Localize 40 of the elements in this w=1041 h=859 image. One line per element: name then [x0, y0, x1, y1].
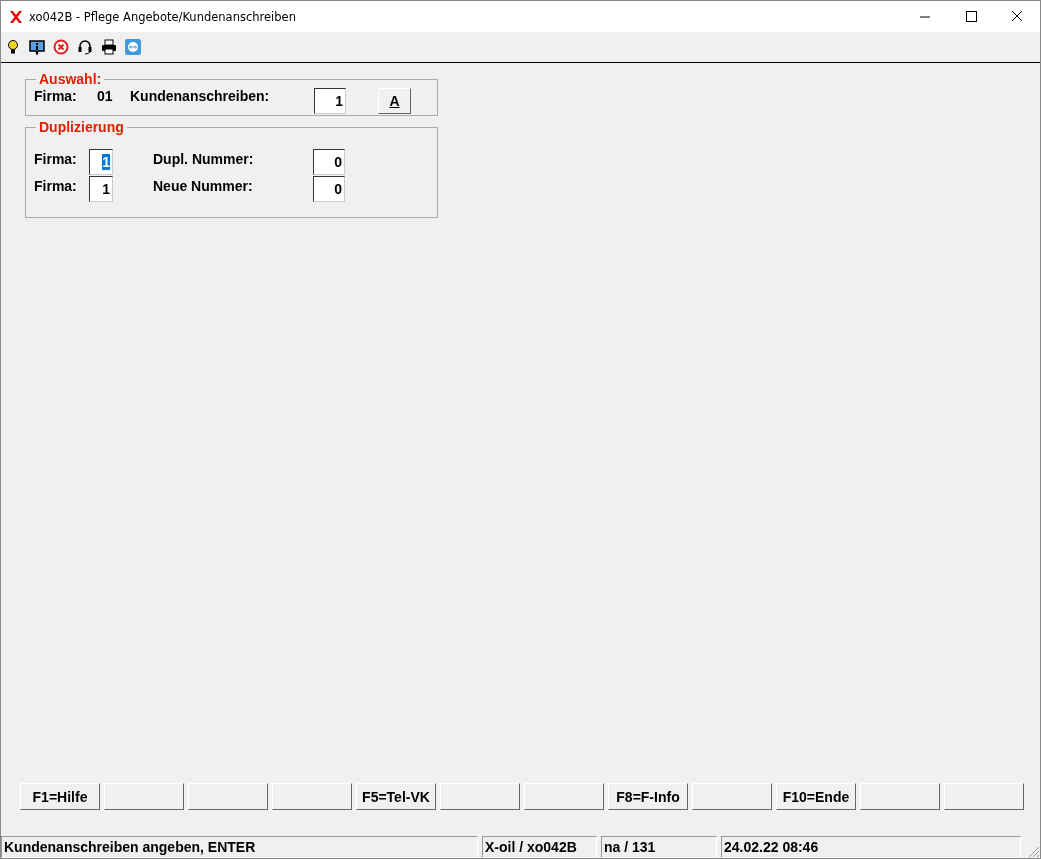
a-button[interactable]: A	[378, 88, 411, 114]
function-key-button[interactable]: F10=Ende	[776, 783, 856, 810]
empty-function-key-button[interactable]	[272, 783, 352, 810]
status-panel: 24.02.22 08:46	[721, 836, 1021, 858]
empty-function-key-button[interactable]	[104, 783, 184, 810]
info-icon[interactable]	[29, 39, 45, 55]
empty-function-key-button[interactable]	[944, 783, 1024, 810]
firma-label: Firma:	[34, 151, 78, 167]
cancel-icon[interactable]	[53, 39, 69, 55]
group-title: Auswahl:	[38, 71, 103, 87]
remote-support-icon[interactable]	[125, 39, 141, 55]
field-label: Neue Nummer:	[153, 178, 254, 194]
input-field[interactable]: 1	[314, 88, 346, 114]
empty-function-key-button[interactable]	[860, 783, 940, 810]
empty-function-key-button[interactable]	[440, 783, 520, 810]
firma-label: Firma:	[34, 88, 78, 104]
input-field[interactable]: 0	[313, 149, 345, 175]
status-panel: Kundenanschreiben angeben, ENTER	[1, 836, 478, 858]
printer-icon[interactable]	[101, 39, 117, 55]
headset-icon[interactable]	[77, 39, 93, 55]
empty-function-key-button[interactable]	[692, 783, 772, 810]
field-label: Kundenanschreiben:	[130, 88, 271, 104]
lightbulb-icon[interactable]	[5, 39, 21, 55]
function-key-button[interactable]: F1=Hilfe	[20, 783, 100, 810]
resize-grip-icon[interactable]	[1026, 844, 1040, 858]
input-field[interactable]: 1	[89, 149, 113, 175]
empty-function-key-button[interactable]	[188, 783, 268, 810]
function-key-button[interactable]: F5=Tel-VK	[356, 783, 436, 810]
input-field[interactable]: 1	[89, 176, 113, 202]
field-label: Dupl. Nummer:	[153, 151, 255, 167]
status-panel: na / 131	[601, 836, 717, 858]
function-key-button[interactable]: F8=F-Info	[608, 783, 688, 810]
firma-label: Firma:	[34, 178, 78, 194]
firma-value: 01	[97, 88, 114, 104]
app-logo-icon	[9, 9, 23, 24]
group-title: Duplizierung	[38, 119, 125, 135]
empty-function-key-button[interactable]	[524, 783, 604, 810]
window-title: xo042B - Pflege Angebote/Kundenanschreiben	[29, 9, 297, 24]
input-field[interactable]: 0	[313, 176, 345, 202]
status-panel: X-oil / xo042B	[482, 836, 597, 858]
